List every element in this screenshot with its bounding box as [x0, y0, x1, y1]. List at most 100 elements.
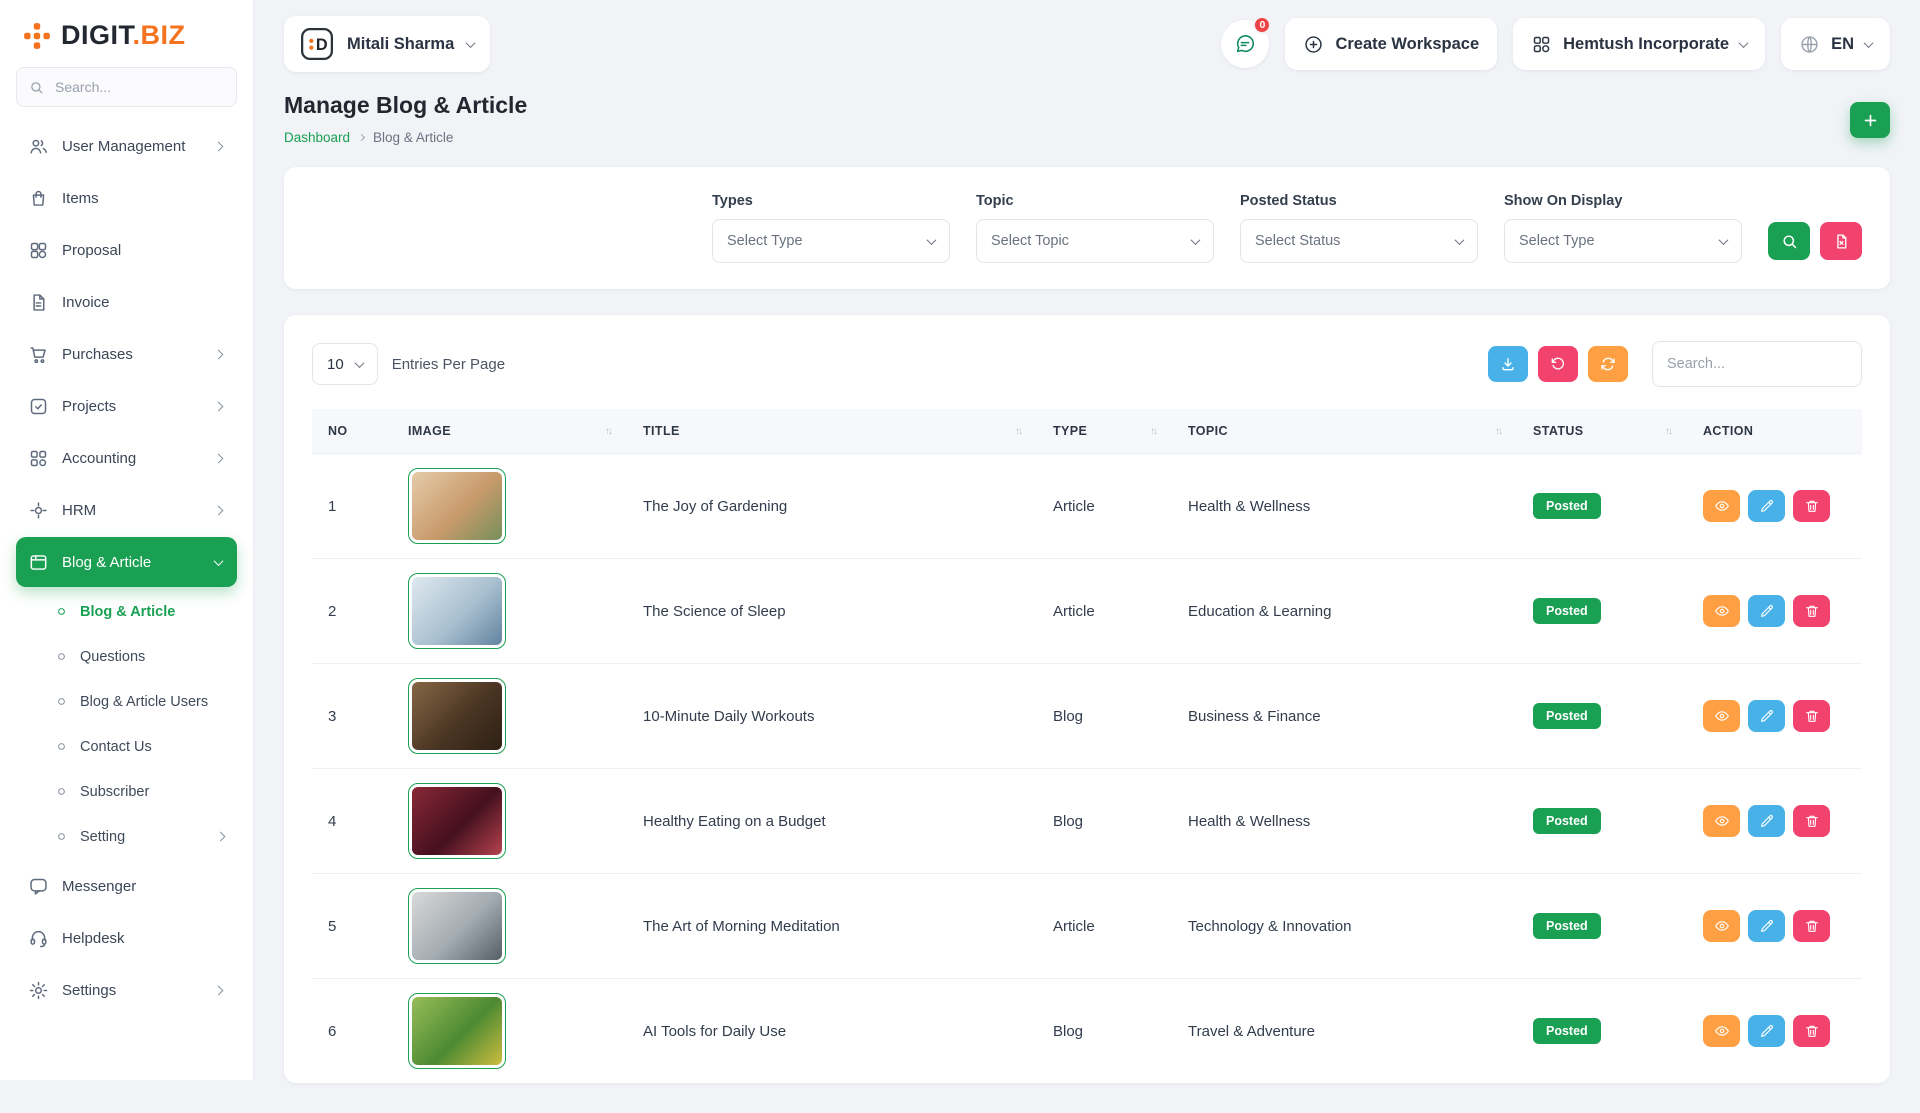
- chevron-down-icon: [1739, 38, 1749, 48]
- row-title: The Joy of Gardening: [627, 454, 1037, 559]
- edit-button[interactable]: [1748, 910, 1785, 942]
- view-button[interactable]: [1703, 1015, 1740, 1047]
- sidebar-item-settings[interactable]: Settings: [16, 965, 237, 1015]
- column-header-topic: TOPIC↑↓: [1172, 409, 1517, 454]
- trash-icon: [1804, 918, 1820, 934]
- sort-icon[interactable]: ↑↓: [1665, 426, 1671, 437]
- refresh-icon: [1600, 356, 1616, 372]
- delete-button[interactable]: [1793, 1015, 1830, 1047]
- sidebar-subitem-setting[interactable]: Setting: [12, 814, 241, 859]
- globe-icon: [1799, 34, 1820, 55]
- sidebar-item-helpdesk[interactable]: Helpdesk: [16, 913, 237, 963]
- sidebar-item-invoice[interactable]: Invoice: [16, 277, 237, 327]
- view-button[interactable]: [1703, 910, 1740, 942]
- table-search-input[interactable]: [1652, 341, 1862, 387]
- language-code: EN: [1831, 35, 1854, 54]
- sidebar-subitem-blog-article[interactable]: Blog & Article: [12, 589, 241, 634]
- entries-per-page-label: Entries Per Page: [392, 356, 505, 373]
- app-logo[interactable]: DIGIT.BIZ: [12, 12, 241, 67]
- eye-icon: [1714, 708, 1730, 724]
- chevron-icon: [214, 505, 224, 515]
- sidebar-subitem-subscriber[interactable]: Subscriber: [12, 769, 241, 814]
- breadcrumb-dashboard-link[interactable]: Dashboard: [284, 130, 350, 145]
- view-button[interactable]: [1703, 805, 1740, 837]
- sidebar-item-accounting[interactable]: Accounting: [16, 433, 237, 483]
- trash-icon: [1804, 708, 1820, 724]
- add-blog-button[interactable]: [1850, 102, 1890, 138]
- delete-button[interactable]: [1793, 595, 1830, 627]
- row-type: Article: [1037, 454, 1172, 559]
- view-button[interactable]: [1703, 595, 1740, 627]
- edit-button[interactable]: [1748, 490, 1785, 522]
- sidebar-item-purchases[interactable]: Purchases: [16, 329, 237, 379]
- user-menu[interactable]: D Mitali Sharma: [284, 16, 490, 72]
- sidebar-item-items[interactable]: Items: [16, 173, 237, 223]
- filter-search-button[interactable]: [1768, 222, 1810, 260]
- chevron-down-icon: [1455, 235, 1465, 245]
- delete-button[interactable]: [1793, 805, 1830, 837]
- create-workspace-button[interactable]: Create Workspace: [1285, 18, 1497, 70]
- show-on-display-select[interactable]: Select Type: [1504, 219, 1742, 263]
- row-thumbnail: [408, 573, 506, 649]
- topic-select[interactable]: Select Topic: [976, 219, 1214, 263]
- row-number: 1: [312, 454, 392, 559]
- row-number: 2: [312, 559, 392, 664]
- filter-panel: Types Select Type Topic Select Topic Pos…: [284, 167, 1890, 289]
- status-badge: Posted: [1533, 598, 1601, 624]
- edit-button[interactable]: [1748, 1015, 1785, 1047]
- posted-status-select[interactable]: Select Status: [1240, 219, 1478, 263]
- edit-button[interactable]: [1748, 595, 1785, 627]
- sidebar-search: [16, 67, 237, 107]
- edit-button[interactable]: [1748, 700, 1785, 732]
- trash-icon: [1804, 1023, 1820, 1039]
- refresh-button[interactable]: [1588, 346, 1628, 382]
- file-icon: [28, 292, 49, 313]
- sidebar-subitem-blog-article-users[interactable]: Blog & Article Users: [12, 679, 241, 724]
- sort-icon[interactable]: ↑↓: [1150, 426, 1156, 437]
- view-button[interactable]: [1703, 700, 1740, 732]
- sidebar-item-messenger[interactable]: Messenger: [16, 861, 237, 911]
- messenger-button[interactable]: 0: [1221, 20, 1269, 68]
- sidebar-item-hrm[interactable]: HRM: [16, 485, 237, 535]
- company-selector[interactable]: Hemtush Incorporate: [1513, 18, 1765, 70]
- column-header-status: STATUS↑↓: [1517, 409, 1687, 454]
- status-badge: Posted: [1533, 493, 1601, 519]
- sidebar-subitem-contact-us[interactable]: Contact Us: [12, 724, 241, 769]
- plus-icon: [1862, 112, 1879, 129]
- chevron-down-icon: [466, 38, 476, 48]
- undo-icon: [1550, 356, 1566, 372]
- chevron-right-icon: [358, 134, 365, 141]
- sidebar-item-blog-article[interactable]: Blog & Article: [16, 537, 237, 587]
- column-header-title: TITLE↑↓: [627, 409, 1037, 454]
- entries-per-page-select[interactable]: 10: [312, 343, 378, 385]
- edit-button[interactable]: [1748, 805, 1785, 837]
- sort-icon[interactable]: ↑↓: [1495, 426, 1501, 437]
- sort-icon[interactable]: ↑↓: [1015, 426, 1021, 437]
- pencil-icon: [1759, 1023, 1775, 1039]
- filter-clear-button[interactable]: [1820, 222, 1862, 260]
- view-button[interactable]: [1703, 490, 1740, 522]
- sidebar-subitem-questions[interactable]: Questions: [12, 634, 241, 679]
- eye-icon: [1714, 498, 1730, 514]
- delete-button[interactable]: [1793, 490, 1830, 522]
- row-type: Blog: [1037, 769, 1172, 874]
- sidebar-item-projects[interactable]: Projects: [16, 381, 237, 431]
- row-title: The Art of Morning Meditation: [627, 874, 1037, 979]
- language-selector[interactable]: EN: [1781, 18, 1890, 70]
- sort-icon[interactable]: ↑↓: [605, 426, 611, 437]
- sidebar-item-proposal[interactable]: Proposal: [16, 225, 237, 275]
- table-row: 310-Minute Daily WorkoutsBlogBusiness & …: [312, 664, 1862, 769]
- sidebar-search-input[interactable]: [53, 78, 224, 96]
- types-select[interactable]: Select Type: [712, 219, 950, 263]
- breadcrumb: Dashboard Blog & Article: [284, 130, 527, 145]
- delete-button[interactable]: [1793, 700, 1830, 732]
- reset-button[interactable]: [1538, 346, 1578, 382]
- chevron-down-icon: [1719, 235, 1729, 245]
- delete-button[interactable]: [1793, 910, 1830, 942]
- headset-icon: [28, 928, 49, 949]
- sidebar-item-user-management[interactable]: User Management: [16, 121, 237, 171]
- row-type: Blog: [1037, 979, 1172, 1084]
- status-badge: Posted: [1533, 913, 1601, 939]
- export-button[interactable]: [1488, 346, 1528, 382]
- bullet-icon: [54, 604, 69, 619]
